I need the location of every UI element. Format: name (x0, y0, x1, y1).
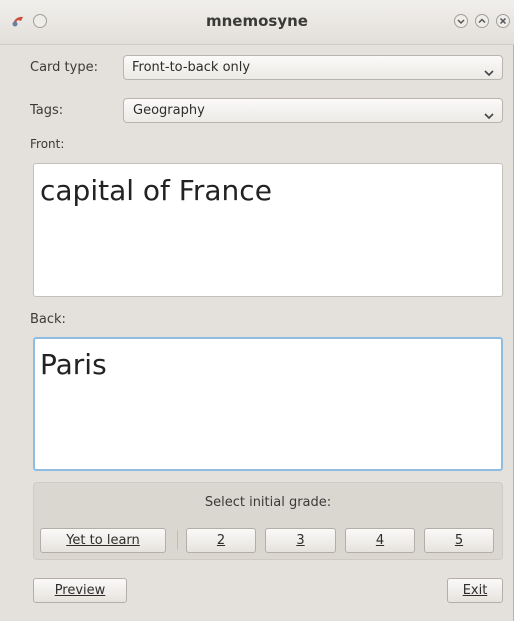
grade-yet-to-learn-button[interactable]: Yet to learn (40, 528, 166, 553)
tags-label: Tags: (30, 103, 64, 118)
chevron-down-icon (484, 63, 494, 77)
grade-2-button[interactable]: 2 (186, 528, 256, 553)
maximize-icon[interactable] (474, 13, 490, 29)
grade-5-button[interactable]: 5 (424, 528, 494, 553)
preview-button[interactable]: Preview (33, 578, 127, 603)
add-cards-window: mnemosyne Card type: Front-to-back only (0, 0, 514, 621)
card-type-label: Card type: (30, 60, 98, 75)
front-text-area[interactable]: capital of France (33, 163, 503, 297)
tags-select[interactable]: Geography (123, 98, 503, 123)
grade-separator (177, 530, 178, 550)
grade-4-button[interactable]: 4 (345, 528, 415, 553)
chevron-down-icon (484, 106, 494, 120)
window-title: mnemosyne (206, 12, 308, 30)
front-label: Front: (30, 137, 65, 151)
tags-value: Geography (133, 103, 205, 118)
grade-caption: Select initial grade: (204, 495, 332, 510)
close-icon[interactable] (495, 13, 511, 29)
back-label: Back: (30, 312, 66, 327)
back-text-area[interactable]: Paris (33, 337, 503, 471)
title-bar[interactable]: mnemosyne (0, 0, 514, 45)
exit-button[interactable]: Exit (447, 578, 503, 603)
card-type-value: Front-to-back only (132, 60, 251, 75)
minimize-icon[interactable] (453, 13, 469, 29)
grade-3-button[interactable]: 3 (265, 528, 336, 553)
card-type-select[interactable]: Front-to-back only (123, 55, 503, 80)
